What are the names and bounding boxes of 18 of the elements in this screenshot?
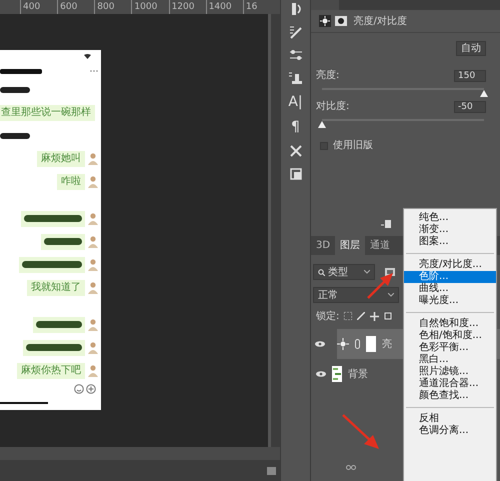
ruler-label: 1000 bbox=[131, 0, 169, 14]
ruler-label: 600 bbox=[57, 0, 94, 14]
slider-label: 对比度: bbox=[316, 100, 350, 114]
lock-label: 锁定: bbox=[316, 310, 340, 324]
checkbox-label: 使用旧版 bbox=[333, 138, 373, 153]
panel-title: 亮度/对比度 bbox=[354, 14, 407, 28]
layer-name: 背景 bbox=[348, 368, 368, 382]
slider-label: 亮度: bbox=[316, 68, 340, 83]
layer-name: 亮 bbox=[382, 338, 392, 352]
ruler-label: 800 bbox=[94, 0, 132, 14]
message-bubble: 咋啦 bbox=[57, 174, 85, 190]
message-bubble: 查里那些说一碗那样 bbox=[0, 104, 95, 120]
ruler-label: 1400 bbox=[206, 0, 243, 14]
message-bubble: 麻烦你热下吧 bbox=[17, 362, 85, 378]
ruler-label: 1200 bbox=[168, 0, 206, 14]
message-bubble: 麻烦她叫 bbox=[37, 150, 85, 166]
ruler-label: 400 bbox=[20, 0, 58, 14]
message-bubble: 我就知道了 bbox=[27, 280, 85, 296]
